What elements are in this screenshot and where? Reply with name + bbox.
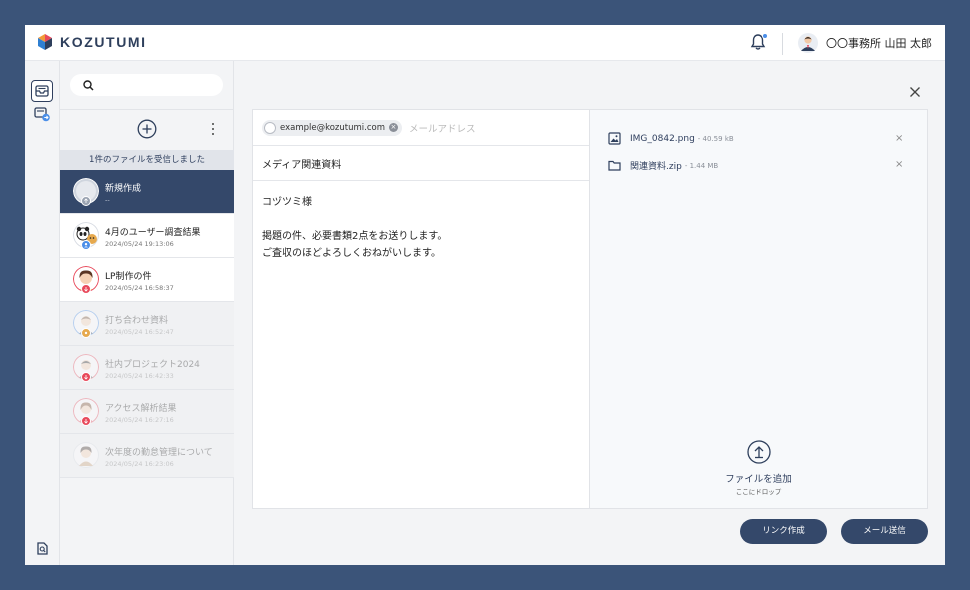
list-item[interactable]: 新規作成 -- <box>60 170 234 214</box>
new-item-button[interactable] <box>137 119 157 139</box>
user-name: 〇〇事務所 山田 太郎 <box>826 37 932 50</box>
compose-form: example@kozutumi.com × メールアドレス メディア関連資料 … <box>253 110 590 508</box>
attachment-size: - 1.44 MB <box>684 161 719 170</box>
search-box[interactable] <box>70 74 223 96</box>
item-title: アクセス解析結果 <box>105 404 177 414</box>
close-icon <box>910 87 920 97</box>
nav-rail <box>25 61 60 565</box>
item-title: 4月のユーザー調査結果 <box>105 228 201 238</box>
list-item[interactable]: 次年度の勤怠管理について 2024/05/24 16:23:06 <box>60 434 234 478</box>
upload-icon <box>746 440 771 464</box>
item-date: 2024/05/24 16:23:06 <box>105 460 174 468</box>
list-item[interactable]: 4月のユーザー調査結果 2024/05/24 19:13:06 <box>60 214 234 258</box>
badge-icon <box>81 328 91 338</box>
attachment-item[interactable]: IMG_0842.png - 40.59 kB <box>608 132 734 145</box>
search-icon <box>83 79 94 91</box>
avatar <box>798 33 818 53</box>
file-search-icon <box>36 541 48 555</box>
notification-dot <box>762 33 768 39</box>
item-date: 2024/05/24 16:42:33 <box>105 372 174 380</box>
item-title: 次年度の勤怠管理について <box>105 448 213 458</box>
rail-help-button[interactable] <box>31 561 53 565</box>
rail-inbox-button[interactable] <box>31 80 53 102</box>
recipient-chip[interactable]: example@kozutumi.com × <box>262 119 402 136</box>
download-badge-icon <box>81 416 91 426</box>
avatar <box>73 442 99 468</box>
body-line: コヅツミ様 <box>262 197 312 208</box>
item-date: 2024/05/24 16:52:47 <box>105 328 174 336</box>
header-divider <box>782 33 783 55</box>
attachment-name: IMG_0842.png <box>630 133 695 144</box>
item-title: LP制作の件 <box>105 272 152 282</box>
app-header: KOZUTUMI 〇〇事務所 山田 太郎 <box>25 25 945 61</box>
plus-circle-icon <box>137 119 157 139</box>
remove-recipient-icon[interactable]: × <box>388 123 398 132</box>
more-vert-icon <box>212 123 214 125</box>
received-banner[interactable]: 1件のファイルを受信しました <box>60 150 234 170</box>
notification-button[interactable] <box>750 33 768 53</box>
item-title: 新規作成 <box>105 184 142 194</box>
brand-name: KOZUTUMI <box>60 34 147 50</box>
inbox-icon <box>35 85 49 97</box>
list-item[interactable]: アクセス解析結果 2024/05/24 16:27:16 <box>60 390 234 434</box>
logo[interactable]: KOZUTUMI <box>38 34 147 50</box>
rail-file-search-button[interactable] <box>31 537 53 559</box>
body-line: 掲題の件、必要書類2点をお送りします。 <box>262 231 448 242</box>
list-item[interactable]: LP制作の件 2024/05/24 16:58:37 <box>60 258 234 302</box>
sent-box-icon <box>33 106 50 121</box>
remove-attachment-button[interactable]: × <box>895 160 903 170</box>
download-badge-icon <box>81 372 91 382</box>
rail-sent-button[interactable] <box>31 103 53 125</box>
close-button[interactable] <box>909 83 921 97</box>
body-line-gap <box>262 211 580 228</box>
app-window: KOZUTUMI 〇〇事務所 山田 太郎 1件のファイルを受信しました 新規作成… <box>25 25 945 565</box>
list-item[interactable]: 社内プロジェクト2024 2024/05/24 16:42:33 <box>60 346 234 390</box>
list-divider <box>60 109 234 110</box>
user-badge-icon <box>81 240 91 250</box>
upload-badge-icon <box>81 196 91 206</box>
item-title: 打ち合わせ資料 <box>105 316 169 326</box>
upload-label: ファイルを追加 <box>725 474 792 485</box>
item-date: 2024/05/24 19:13:06 <box>105 240 174 248</box>
item-date: -- <box>105 196 110 204</box>
list-item[interactable]: 打ち合わせ資料 2024/05/24 16:52:47 <box>60 302 234 346</box>
image-file-icon <box>608 132 621 145</box>
user-menu[interactable]: 〇〇事務所 山田 太郎 <box>798 33 932 53</box>
remove-attachment-button[interactable]: × <box>895 134 903 144</box>
body-line: ご査収のほどよろしくおねがいします。 <box>262 248 441 259</box>
search-input[interactable] <box>100 79 210 91</box>
attachment-name: 関連資料.zip <box>630 162 682 172</box>
editor-card: example@kozutumi.com × メールアドレス メディア関連資料 … <box>252 109 928 509</box>
recipient-email: example@kozutumi.com <box>280 122 385 133</box>
kozutumi-logo-icon <box>38 34 52 50</box>
recipient-field[interactable]: example@kozutumi.com × メールアドレス <box>253 110 589 146</box>
item-title: 社内プロジェクト2024 <box>105 360 200 370</box>
upload-sublabel: ここにドロップ <box>735 488 782 496</box>
attachment-pane: IMG_0842.png - 40.59 kB × 関連資料.zip - 1.4… <box>590 110 927 508</box>
attachment-size: - 40.59 kB <box>697 134 734 143</box>
item-date: 2024/05/24 16:58:37 <box>105 284 174 292</box>
attachment-item[interactable]: 関連資料.zip - 1.44 MB <box>608 159 718 172</box>
message-list-pane: 1件のファイルを受信しました 新規作成 -- 4月のユーザー調査結果 2024/… <box>60 61 234 565</box>
recipient-avatar-icon <box>264 121 276 134</box>
send-mail-button[interactable]: メール送信 <box>841 519 928 544</box>
subject-field[interactable]: メディア関連資料 <box>253 146 589 181</box>
more-options-button[interactable] <box>209 122 217 136</box>
item-date: 2024/05/24 16:27:16 <box>105 416 174 424</box>
folder-icon <box>608 160 621 171</box>
download-badge-icon <box>81 284 91 294</box>
message-body[interactable]: コヅツミ様 掲題の件、必要書類2点をお送りします。 ご査収のほどよろしくおねがい… <box>253 181 589 275</box>
recipient-input-placeholder[interactable]: メールアドレス <box>409 121 476 135</box>
create-link-button[interactable]: リンク作成 <box>740 519 827 544</box>
compose-pane: example@kozutumi.com × メールアドレス メディア関連資料 … <box>234 61 945 565</box>
upload-dropzone[interactable]: ファイルを追加 ここにドロップ <box>710 440 807 496</box>
